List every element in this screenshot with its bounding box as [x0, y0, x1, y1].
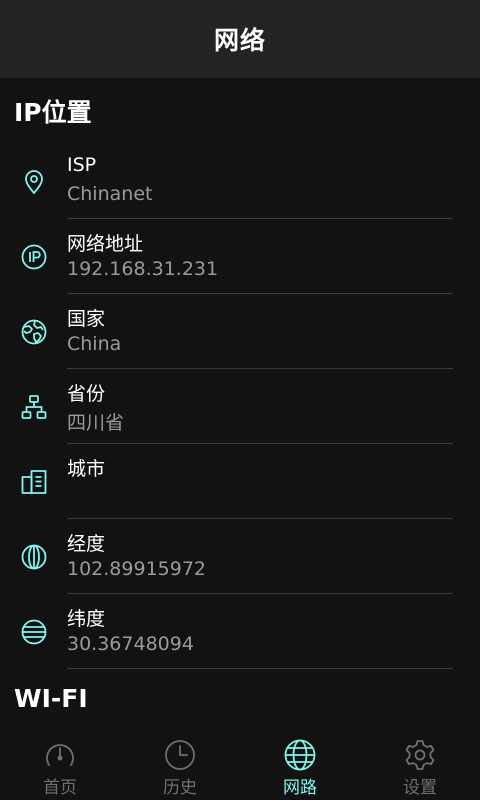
province-value: 四川省 — [67, 412, 125, 434]
clock-icon — [163, 738, 197, 772]
nav-item-network[interactable]: 网路 — [240, 734, 360, 800]
isp-value: Chinanet — [67, 183, 153, 205]
list-item-city[interactable]: 城市 — [0, 444, 480, 519]
list-item-isp[interactable]: ISP Chinanet — [0, 144, 480, 219]
city-label: 城市 — [67, 458, 106, 480]
speedometer-icon — [43, 738, 77, 772]
country-value: China — [67, 333, 122, 355]
country-label: 国家 — [67, 308, 106, 330]
list-item-longitude[interactable]: 经度 102.89915972 — [0, 519, 480, 594]
nav-label-home: 首页 — [43, 778, 77, 798]
location-pin-icon — [20, 168, 48, 196]
nav-item-settings[interactable]: 设置 — [360, 734, 480, 800]
globe-icon — [283, 738, 317, 772]
latitude-value: 30.36748094 — [67, 633, 194, 655]
list-item-country[interactable]: 国家 China — [0, 294, 480, 369]
building-icon — [20, 468, 48, 496]
app-header: 网络 — [0, 0, 480, 78]
wifi-section-title: WI-FI — [14, 684, 88, 713]
ip-icon — [20, 243, 48, 271]
ip-section-title: IP位置 — [14, 98, 92, 127]
bottom-navigation: 首页 历史 网路 设置 — [0, 734, 480, 800]
nav-item-history[interactable]: 历史 — [120, 734, 240, 800]
list-item-province[interactable]: 省份 四川省 — [0, 369, 480, 444]
longitude-icon — [20, 543, 48, 571]
page-title: 网络 — [213, 26, 266, 55]
nav-item-home[interactable]: 首页 — [0, 734, 120, 800]
ip-info-list: ISP Chinanet 网络地址 192.168.31.231 国家 Chin… — [0, 144, 480, 669]
longitude-value: 102.89915972 — [67, 558, 207, 580]
globe-icon — [20, 318, 48, 346]
ip-address-value: 192.168.31.231 — [67, 258, 219, 280]
latitude-label: 纬度 — [67, 608, 106, 630]
nav-label-network: 网路 — [283, 778, 317, 798]
ip-address-label: 网络地址 — [67, 233, 144, 255]
province-label: 省份 — [67, 383, 106, 405]
list-item-ip-address[interactable]: 网络地址 192.168.31.231 — [0, 219, 480, 294]
list-item-latitude[interactable]: 纬度 30.36748094 — [0, 594, 480, 669]
divider — [67, 668, 453, 669]
gear-icon — [403, 738, 437, 772]
longitude-label: 经度 — [67, 533, 106, 555]
nav-label-settings: 设置 — [403, 778, 437, 798]
nav-label-history: 历史 — [163, 778, 197, 798]
latitude-icon — [20, 618, 48, 646]
hierarchy-icon — [20, 393, 48, 421]
isp-label: ISP — [67, 154, 97, 176]
